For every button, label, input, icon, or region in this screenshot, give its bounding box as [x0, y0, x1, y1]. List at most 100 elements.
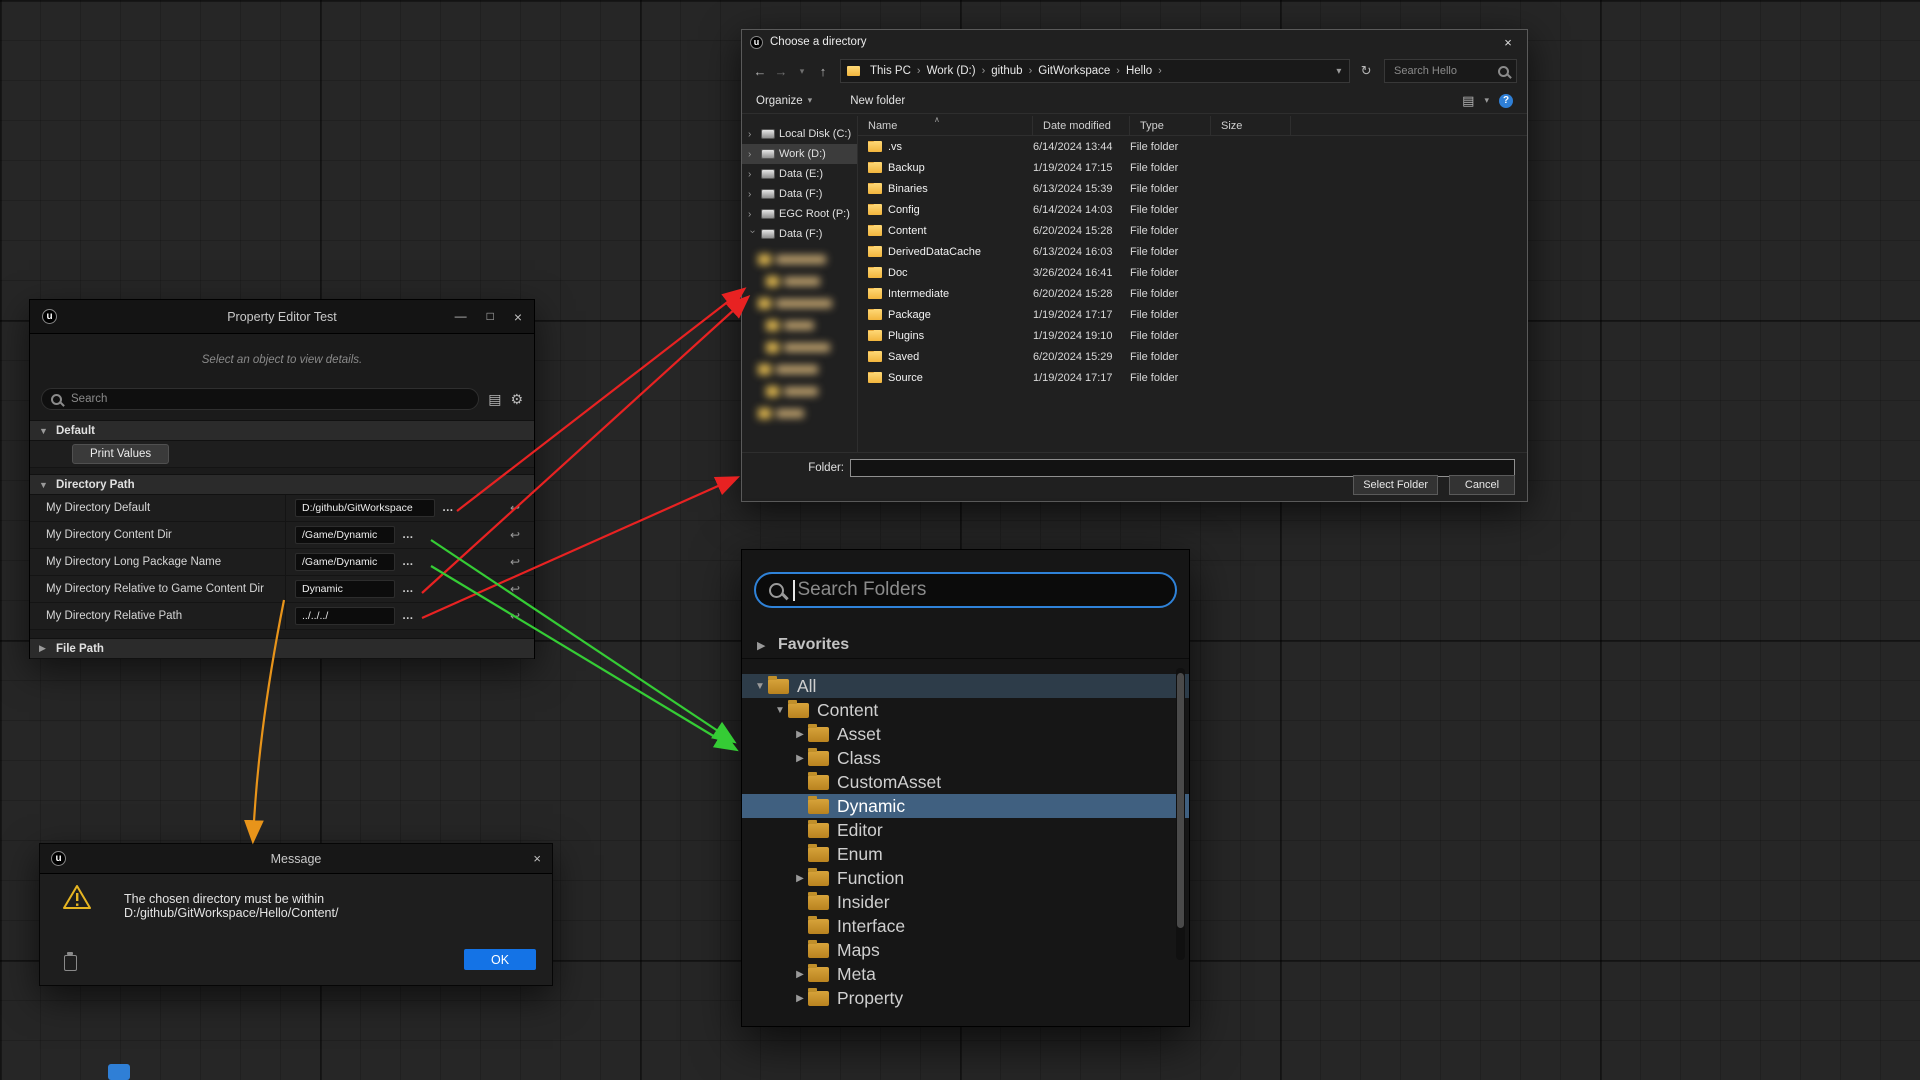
sidebar-drive-item[interactable]: › Data (F:)	[742, 184, 857, 204]
close-icon[interactable]: ×	[1489, 30, 1527, 54]
address-dropdown-icon[interactable]: ▾	[1332, 66, 1345, 77]
column-name[interactable]: Name ∧	[858, 116, 1033, 135]
message-titlebar[interactable]: u Message ×	[40, 844, 552, 874]
explorer-search-input[interactable]	[1392, 64, 1498, 78]
reset-to-default-icon[interactable]: ↩	[510, 555, 520, 569]
chevron-icon[interactable]: ›	[748, 129, 757, 140]
file-row[interactable]: Package 1/19/2024 17:17 File folder	[858, 304, 1527, 325]
close-icon[interactable]: ×	[533, 851, 541, 866]
view-mode-icon[interactable]: ▤	[1462, 93, 1474, 109]
address-bar[interactable]: This PC›Work (D:)›github›GitWorkspace›He…	[840, 59, 1350, 83]
select-folder-button[interactable]: Select Folder	[1353, 475, 1438, 495]
tree-expander-icon[interactable]: ▶	[792, 993, 808, 1004]
folder-tree-item[interactable]: ▶ Class	[742, 746, 1189, 770]
breadcrumb-item[interactable]: github	[985, 65, 1028, 77]
file-row[interactable]: DerivedDataCache 6/13/2024 16:03 File fo…	[858, 241, 1527, 262]
browse-ellipsis-button[interactable]: …	[402, 610, 415, 622]
column-date-modified[interactable]: Date modified	[1033, 116, 1130, 135]
property-value-field[interactable]: /Game/Dynamic	[295, 553, 395, 571]
browse-ellipsis-button[interactable]: …	[402, 556, 415, 568]
file-row[interactable]: Intermediate 6/20/2024 15:28 File folder	[858, 283, 1527, 304]
reset-to-default-icon[interactable]: ↩	[510, 501, 520, 515]
browse-ellipsis-button[interactable]: …	[442, 502, 455, 514]
chevron-icon[interactable]: ›	[748, 209, 757, 220]
breadcrumb-item[interactable]: GitWorkspace	[1032, 65, 1116, 77]
sidebar-drive-item[interactable]: › Data (E:)	[742, 164, 857, 184]
folder-tree-item[interactable]: Enum	[742, 842, 1189, 866]
tree-expander-icon[interactable]: ▶	[792, 969, 808, 980]
file-row[interactable]: Backup 1/19/2024 17:15 File folder	[858, 157, 1527, 178]
up-icon[interactable]: ↑	[815, 64, 831, 79]
folder-tree-item[interactable]: ▼ All	[742, 674, 1189, 698]
file-row[interactable]: Saved 6/20/2024 15:29 File folder	[858, 346, 1527, 367]
folder-tree-item[interactable]: ▶ Asset	[742, 722, 1189, 746]
sidebar-drive-item[interactable]: › EGC Root (P:)	[742, 204, 857, 224]
file-row[interactable]: Binaries 6/13/2024 15:39 File folder	[858, 178, 1527, 199]
property-value-field[interactable]: Dynamic	[295, 580, 395, 598]
tree-scrollbar[interactable]	[1176, 668, 1185, 960]
browse-ellipsis-button[interactable]: …	[402, 583, 415, 595]
file-row[interactable]: Config 6/14/2024 14:03 File folder	[858, 199, 1527, 220]
history-dropdown-icon[interactable]: ▾	[794, 66, 810, 77]
chevron-icon[interactable]: ›	[748, 149, 757, 160]
breadcrumb-item[interactable]: Hello	[1120, 65, 1158, 77]
help-icon[interactable]: ?	[1499, 94, 1513, 108]
section-default[interactable]: ▼ Default	[30, 420, 534, 441]
tree-expander-icon[interactable]: ▼	[772, 705, 788, 716]
scrollbar-thumb[interactable]	[1177, 673, 1184, 928]
tree-expander-icon[interactable]: ▼	[752, 681, 768, 692]
tree-expander-icon[interactable]: ▶	[792, 729, 808, 740]
file-row[interactable]: Plugins 1/19/2024 19:10 File folder	[858, 325, 1527, 346]
tree-expander-icon[interactable]: ▶	[792, 753, 808, 764]
section-file-path[interactable]: ▶ File Path	[30, 638, 534, 659]
file-row[interactable]: Source 1/19/2024 17:17 File folder	[858, 367, 1527, 388]
file-row[interactable]: Content 6/20/2024 15:28 File folder	[858, 220, 1527, 241]
refresh-icon[interactable]: ↻	[1355, 63, 1377, 79]
organize-button[interactable]: Organize ▾	[756, 95, 812, 107]
chevron-icon[interactable]: ›	[748, 169, 757, 180]
ok-button[interactable]: OK	[464, 949, 536, 970]
sidebar-drive-item[interactable]: › Local Disk (C:)	[742, 124, 857, 144]
favorites-header[interactable]: ▶ Favorites	[742, 632, 1189, 659]
reset-to-default-icon[interactable]: ↩	[510, 582, 520, 596]
copy-to-clipboard-icon[interactable]	[64, 955, 77, 971]
folder-tree-item[interactable]: CustomAsset	[742, 770, 1189, 794]
explorer-search-box[interactable]	[1384, 59, 1517, 83]
breadcrumb-item[interactable]: This PC	[864, 65, 917, 77]
forward-icon[interactable]: →	[773, 64, 789, 79]
tree-expander-icon[interactable]: ▶	[792, 873, 808, 884]
view-dropdown-icon[interactable]: ▾	[1484, 95, 1489, 106]
cancel-button[interactable]: Cancel	[1449, 475, 1515, 495]
folder-tree-item[interactable]: Maps	[742, 938, 1189, 962]
minimize-icon[interactable]: —	[455, 309, 467, 325]
chevron-icon[interactable]: ›	[748, 189, 757, 200]
column-size[interactable]: Size	[1211, 116, 1291, 135]
column-type[interactable]: Type	[1130, 116, 1211, 135]
reset-to-default-icon[interactable]: ↩	[510, 609, 520, 623]
folder-tree-item[interactable]: ▶ Meta	[742, 962, 1189, 986]
details-search-box[interactable]	[41, 388, 479, 410]
folder-tree-item[interactable]: ▶ Property	[742, 986, 1189, 1010]
display-filter-icon[interactable]: ▤	[488, 391, 501, 408]
sidebar-drive-item[interactable]: › Work (D:)	[742, 144, 857, 164]
close-icon[interactable]: ×	[514, 309, 522, 325]
print-values-button[interactable]: Print Values	[72, 444, 169, 464]
folder-tree-item[interactable]: ▼ Content	[742, 698, 1189, 722]
folder-tree-item[interactable]: Interface	[742, 914, 1189, 938]
settings-gear-icon[interactable]: ⚙	[510, 391, 523, 408]
new-folder-button[interactable]: New folder	[850, 95, 905, 107]
file-row[interactable]: .vs 6/14/2024 13:44 File folder	[858, 136, 1527, 157]
property-value-field[interactable]: /Game/Dynamic	[295, 526, 395, 544]
property-editor-titlebar[interactable]: u Property Editor Test — □ ×	[30, 300, 534, 334]
folder-tree-item[interactable]: Editor	[742, 818, 1189, 842]
folder-search-box[interactable]: Search Folders	[754, 572, 1177, 608]
folder-tree-item[interactable]: ▶ Function	[742, 866, 1189, 890]
folder-tree-item[interactable]: Dynamic	[742, 794, 1189, 818]
maximize-icon[interactable]: □	[487, 309, 494, 325]
sidebar-drive-item[interactable]: › Data (F:)	[742, 224, 857, 244]
chevron-icon[interactable]: ›	[747, 230, 758, 239]
property-value-field[interactable]: ../../../	[295, 607, 395, 625]
breadcrumb-item[interactable]: Work (D:)	[921, 65, 982, 77]
back-icon[interactable]: ←	[752, 64, 768, 79]
browse-ellipsis-button[interactable]: …	[402, 529, 415, 541]
